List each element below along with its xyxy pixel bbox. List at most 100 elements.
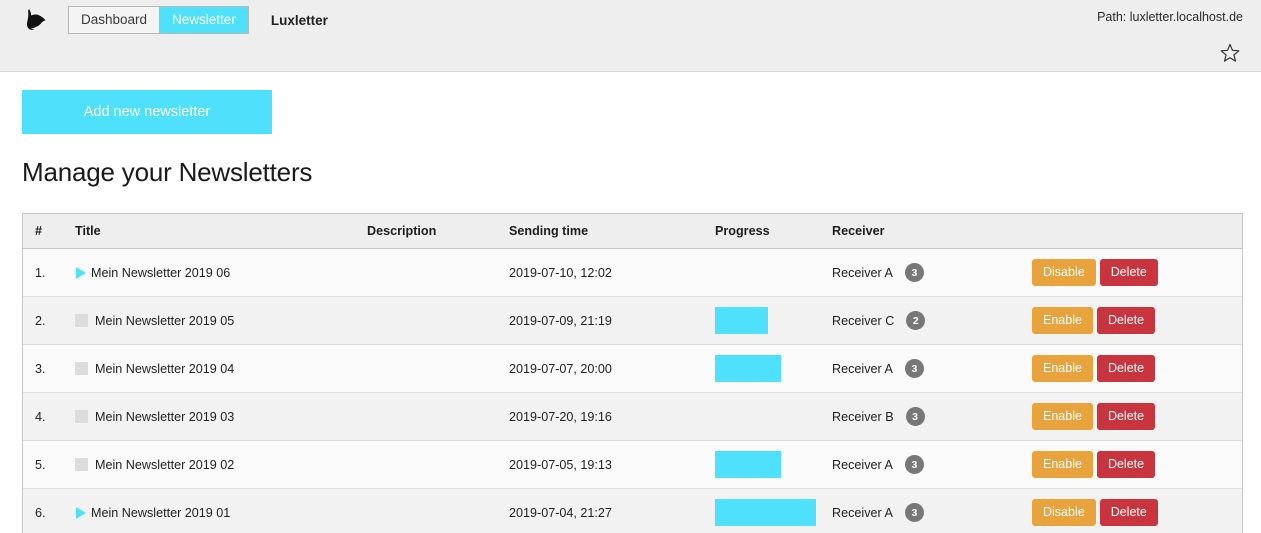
module-tab-dashboard[interactable]: Dashboard bbox=[69, 7, 160, 33]
add-new-newsletter-button[interactable]: Add new newsletter bbox=[22, 90, 272, 134]
column-header-number: # bbox=[23, 213, 67, 249]
row-actions-cell: Disable Delete bbox=[1024, 248, 1242, 297]
receiver-count-badge: 3 bbox=[904, 263, 924, 282]
row-number: 5. bbox=[35, 457, 46, 472]
play-triangle-icon[interactable] bbox=[76, 506, 86, 519]
toggle-state-button[interactable]: Disable bbox=[1032, 499, 1096, 526]
star-outline-icon[interactable] bbox=[1217, 40, 1243, 66]
row-progress-cell bbox=[707, 489, 824, 533]
progress-bar bbox=[715, 499, 816, 526]
row-description-cell bbox=[359, 344, 501, 393]
delete-button[interactable]: Delete bbox=[1096, 451, 1156, 478]
column-header-receiver: Receiver bbox=[824, 213, 1024, 249]
row-number-cell: 4. bbox=[23, 392, 67, 441]
module-switch: Dashboard Newsletter bbox=[68, 6, 249, 34]
row-title: Mein Newsletter 2019 02 bbox=[95, 457, 235, 472]
module-tab-dashboard-label: Dashboard bbox=[81, 12, 148, 28]
row-description-cell bbox=[359, 489, 501, 533]
toggle-state-button[interactable]: Enable bbox=[1032, 403, 1093, 430]
receiver-name: Receiver A bbox=[832, 361, 893, 376]
row-title-cell: Mein Newsletter 2019 05 bbox=[67, 296, 359, 345]
toggle-state-button[interactable]: Enable bbox=[1032, 451, 1093, 478]
receiver-count-badge: 3 bbox=[905, 407, 925, 426]
row-number-cell: 3. bbox=[23, 344, 67, 393]
row-description-cell bbox=[359, 248, 501, 297]
top-bar-row: Dashboard Newsletter Luxletter bbox=[0, 0, 1261, 40]
page-title: Manage your Newsletters bbox=[22, 157, 313, 187]
table-row: 6. Mein Newsletter 2019 01 2019-07-04, 21:… bbox=[23, 488, 1242, 533]
path-label: Path: luxletter.localhost.de bbox=[1097, 10, 1243, 24]
stop-square-icon[interactable] bbox=[75, 314, 88, 327]
toggle-state-button[interactable]: Enable bbox=[1032, 307, 1093, 334]
row-actions-cell: Enable Delete bbox=[1024, 344, 1242, 393]
receiver-name: Receiver A bbox=[832, 457, 893, 472]
row-title-cell: Mein Newsletter 2019 02 bbox=[67, 440, 359, 489]
receiver-count-badge: 2 bbox=[906, 311, 926, 330]
delete-button[interactable]: Delete bbox=[1099, 499, 1158, 526]
row-title: Mein Newsletter 2019 04 bbox=[95, 361, 235, 376]
column-header-sending-time: Sending time bbox=[501, 213, 707, 249]
row-description-cell bbox=[359, 296, 501, 345]
row-sending-time-cell: 2019-07-04, 21:27 bbox=[509, 505, 612, 520]
progress-bar bbox=[715, 355, 816, 382]
row-receiver-cell: Receiver A 3 bbox=[824, 344, 1024, 393]
row-number: 4. bbox=[35, 409, 46, 424]
row-progress-cell bbox=[707, 248, 824, 297]
row-title-cell: Mein Newsletter 2019 01 bbox=[67, 489, 359, 533]
stop-square-icon[interactable] bbox=[75, 458, 88, 471]
table-row: 5. Mein Newsletter 2019 02 2019-07-05, 19:… bbox=[23, 440, 1242, 489]
column-header-progress: Progress bbox=[707, 213, 824, 249]
dog-head-logo-icon bbox=[22, 5, 52, 35]
row-number-cell: 6. bbox=[23, 489, 67, 533]
row-sending-time-cell: 2019-07-20, 19:16 bbox=[501, 392, 707, 441]
receiver-count-badge: 3 bbox=[904, 455, 924, 474]
delete-button[interactable]: Delete bbox=[1099, 259, 1158, 286]
row-progress-cell bbox=[707, 392, 824, 441]
progress-bar bbox=[715, 451, 816, 478]
module-tab-newsletter[interactable]: Newsletter bbox=[159, 7, 248, 33]
row-number-cell: 5. bbox=[23, 440, 67, 489]
toggle-state-button[interactable]: Disable bbox=[1032, 259, 1096, 286]
module-title: Luxletter bbox=[270, 12, 328, 28]
row-description-cell bbox=[359, 392, 501, 441]
table-row: 4. Mein Newsletter 2019 03 2019-07-20, 19:… bbox=[23, 392, 1242, 441]
row-number-cell: 1. bbox=[23, 248, 67, 297]
delete-button[interactable]: Delete bbox=[1096, 307, 1156, 334]
main-content: Add new newsletter Manage your Newslette… bbox=[0, 90, 1261, 533]
receiver-name: Receiver B bbox=[832, 409, 894, 424]
row-receiver-cell: Receiver C 2 bbox=[824, 296, 1024, 345]
row-number: 2. bbox=[35, 313, 46, 328]
column-header-description: Description bbox=[359, 213, 501, 249]
row-title-cell: Mein Newsletter 2019 03 bbox=[67, 392, 359, 441]
progress-bar bbox=[715, 403, 816, 430]
row-title: Mein Newsletter 2019 03 bbox=[95, 409, 235, 424]
toggle-state-button[interactable]: Enable bbox=[1032, 355, 1093, 382]
row-receiver-cell: Receiver A 3 bbox=[824, 440, 1024, 489]
delete-button[interactable]: Delete bbox=[1096, 355, 1156, 382]
row-title: Mein Newsletter 2019 05 bbox=[95, 313, 235, 328]
row-receiver-cell: Receiver A 3 bbox=[824, 489, 1024, 533]
table-row: 3. Mein Newsletter 2019 04 2019-07-07, 20:… bbox=[23, 344, 1242, 393]
delete-button[interactable]: Delete bbox=[1096, 403, 1156, 430]
module-tab-newsletter-label: Newsletter bbox=[172, 12, 236, 28]
row-sending-time-cell: 2019-07-07, 20:00 bbox=[501, 344, 707, 393]
stop-square-icon[interactable] bbox=[75, 362, 88, 375]
row-progress-cell bbox=[707, 296, 824, 345]
table-body: 1. Mein Newsletter 2019 06 2019-07-10, 12:… bbox=[23, 248, 1242, 533]
table-header-row: # Title Description Sending time Progres… bbox=[23, 213, 1242, 249]
row-sending-time-cell: 2019-07-05, 19:13 bbox=[501, 440, 707, 489]
column-header-title: Title bbox=[67, 213, 359, 249]
row-receiver-cell: Receiver A 3 bbox=[824, 248, 1024, 297]
row-actions-cell: Enable Delete bbox=[1024, 392, 1242, 441]
top-bar: Dashboard Newsletter Luxletter Path: lux… bbox=[0, 0, 1261, 72]
row-progress-cell bbox=[707, 344, 824, 393]
row-actions-cell: Enable Delete bbox=[1024, 440, 1242, 489]
progress-bar bbox=[715, 259, 816, 286]
row-title-cell: Mein Newsletter 2019 04 bbox=[67, 344, 359, 393]
play-triangle-icon[interactable] bbox=[76, 266, 86, 279]
row-number-cell: 2. bbox=[23, 296, 67, 345]
table-row: 2. Mein Newsletter 2019 05 2019-07-09, 21:… bbox=[23, 296, 1242, 345]
row-actions-cell: Disable Delete bbox=[1024, 489, 1242, 533]
stop-square-icon[interactable] bbox=[75, 410, 88, 423]
row-receiver-cell: Receiver B 3 bbox=[824, 392, 1024, 441]
